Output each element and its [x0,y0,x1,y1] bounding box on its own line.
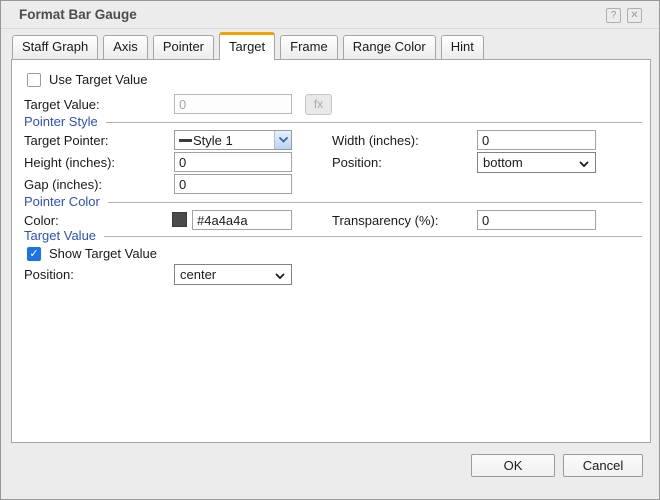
chevron-down-icon [275,267,285,282]
show-target-value-row: ✓ Show Target Value [27,246,157,262]
check-icon: ✓ [29,248,39,260]
position-label: Position: [332,155,382,170]
chevron-down-icon [274,131,291,149]
tab-axis[interactable]: Axis [103,35,148,59]
cancel-button[interactable]: Cancel [563,454,643,477]
target-pointer-value: Style 1 [193,132,233,148]
tab-range-color[interactable]: Range Color [342,35,436,59]
transparency-input[interactable] [477,210,596,230]
position-value: bottom [483,155,523,170]
use-target-value-label: Use Target Value [49,72,148,87]
show-target-value-checkbox[interactable]: ✓ [27,247,41,261]
gap-input[interactable] [174,174,292,194]
width-input[interactable] [477,130,596,150]
target-tab-panel: Use Target Value Target Value: fx Pointe… [11,59,651,443]
help-icon[interactable]: ? [606,8,621,23]
tab-target[interactable]: Target [219,32,276,60]
show-target-value-label: Show Target Value [49,246,157,261]
height-label: Height (inches): [24,155,116,170]
gap-label: Gap (inches): [24,177,103,192]
tab-hint[interactable]: Hint [440,35,484,59]
target-pointer-select[interactable]: Style 1 [174,130,292,150]
tab-bar: Staff Graph Axis Pointer Target Frame Ra… [12,32,489,60]
pointer-style-section-header: Pointer Style [24,114,642,129]
height-input[interactable] [174,152,292,172]
target-value-section-header: Target Value [24,228,642,243]
dialog-titlebar: Format Bar Gauge ? ✕ [1,1,659,29]
pointer-color-section-header: Pointer Color [24,194,642,209]
target-pointer-label: Target Pointer: [24,133,109,148]
position-select[interactable]: bottom [477,152,596,173]
tab-staff-graph[interactable]: Staff Graph [12,35,99,59]
tab-pointer[interactable]: Pointer [152,35,215,59]
width-label: Width (inches): [332,133,419,148]
tab-frame[interactable]: Frame [280,35,338,59]
use-target-value-checkbox[interactable] [27,73,41,87]
color-swatch[interactable] [172,212,187,227]
target-value-label: Target Value: [24,97,100,112]
target-value-input [174,94,292,114]
close-icon[interactable]: ✕ [627,8,642,23]
chevron-down-icon [579,155,589,170]
color-input[interactable] [192,210,292,230]
ok-button[interactable]: OK [471,454,555,477]
transparency-label: Transparency (%): [332,213,439,228]
fx-button: fx [305,94,332,115]
line-style-icon [179,138,192,142]
target-value-position-label: Position: [24,267,74,282]
target-value-position-value: center [180,267,217,282]
format-bar-gauge-dialog: Format Bar Gauge ? ✕ Staff Graph Axis Po… [0,0,660,500]
use-target-value-row: Use Target Value [27,72,148,88]
color-label: Color: [24,213,59,228]
dialog-title: Format Bar Gauge [19,7,137,22]
target-value-position-select[interactable]: center [174,264,292,285]
